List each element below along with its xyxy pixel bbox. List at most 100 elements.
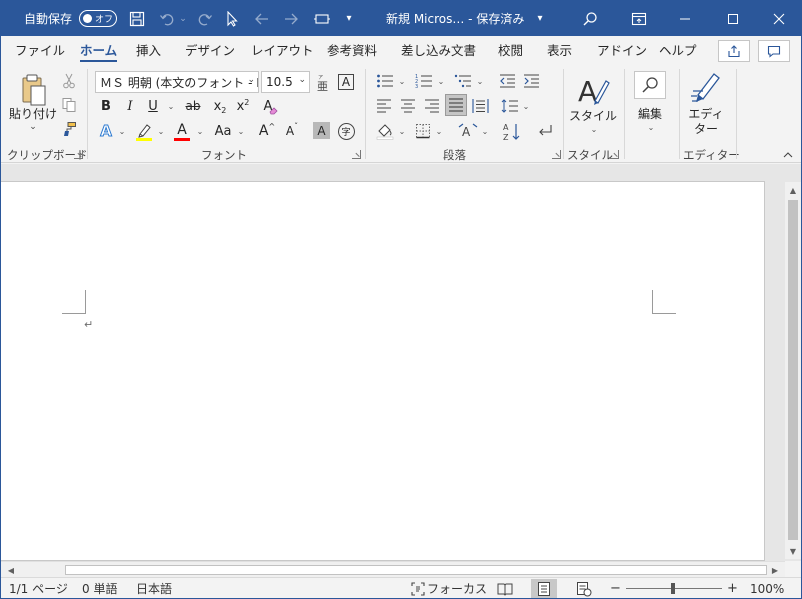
highlight-chevron-icon[interactable]: ⌄ xyxy=(154,123,166,139)
close-icon[interactable] xyxy=(765,1,793,36)
font-color-chevron-icon[interactable]: ⌄ xyxy=(193,123,205,139)
editing-label[interactable]: 編集 xyxy=(630,107,670,121)
web-layout-button[interactable] xyxy=(571,579,597,598)
customize-qat-icon[interactable]: ▾ xyxy=(342,1,356,36)
autosave-toggle[interactable]: オフ xyxy=(78,1,118,36)
tab-home[interactable]: ホーム xyxy=(80,36,118,65)
asian-layout-icon[interactable]: A xyxy=(457,121,479,141)
tab-layout[interactable]: レイアウト xyxy=(251,36,314,65)
paragraph-mark[interactable]: ↵ xyxy=(84,318,93,331)
clipboard-launcher-icon[interactable] xyxy=(74,150,83,159)
shading-chevron-icon[interactable]: ⌄ xyxy=(396,123,406,139)
numbering-icon[interactable]: 123 xyxy=(413,71,435,91)
increase-indent-icon[interactable] xyxy=(521,71,541,91)
borders-icon[interactable] xyxy=(413,121,433,141)
text-effect-button[interactable]: A xyxy=(97,121,115,141)
collapse-ribbon-icon[interactable] xyxy=(780,148,796,160)
styles-chevron-icon[interactable]: ⌄ xyxy=(587,123,599,135)
ribbon-display-icon[interactable] xyxy=(627,1,651,36)
font-color-button[interactable]: A xyxy=(173,121,191,143)
tab-addins[interactable]: アドイン xyxy=(597,36,647,65)
font-launcher-icon[interactable] xyxy=(352,150,361,159)
enclose-char-button[interactable]: 字 xyxy=(336,121,356,141)
borders-chevron-icon[interactable]: ⌄ xyxy=(433,123,443,139)
bullets-icon[interactable] xyxy=(374,71,396,91)
editor-label-line1[interactable]: エディ xyxy=(685,107,727,121)
comments-button[interactable] xyxy=(758,40,790,62)
scroll-right-icon[interactable]: ▶ xyxy=(767,562,783,578)
tab-design[interactable]: デザイン xyxy=(185,36,235,65)
horizontal-scroll-thumb[interactable] xyxy=(65,565,767,575)
word-count[interactable]: 0 単語 xyxy=(82,578,117,598)
forward-icon[interactable] xyxy=(281,1,301,36)
zoom-level[interactable]: 100% xyxy=(750,578,784,598)
styles-icon[interactable]: A xyxy=(575,73,611,107)
bold-button[interactable]: B xyxy=(99,96,113,116)
align-right-icon[interactable] xyxy=(422,96,442,116)
change-case-chevron-icon[interactable]: ⌄ xyxy=(234,123,246,139)
align-left-icon[interactable] xyxy=(374,96,394,116)
vertical-scrollbar[interactable]: ▲ ▼ xyxy=(785,182,801,559)
zoom-out-button[interactable]: − xyxy=(610,578,621,598)
distributed-icon[interactable] xyxy=(470,96,490,116)
maximize-icon[interactable] xyxy=(719,1,747,36)
undo-chevron-icon[interactable]: ⌄ xyxy=(178,1,188,36)
line-spacing-chevron-icon[interactable]: ⌄ xyxy=(520,98,530,114)
touch-mode-icon[interactable] xyxy=(311,1,333,36)
zoom-slider-thumb[interactable] xyxy=(671,583,675,594)
document-page[interactable]: ↵ xyxy=(1,181,765,561)
clear-format-button[interactable]: A xyxy=(260,96,282,116)
char-shading-button[interactable]: A xyxy=(313,122,330,139)
justify-icon[interactable] xyxy=(445,94,467,116)
shading-icon[interactable] xyxy=(374,120,396,142)
multilevel-list-icon[interactable] xyxy=(452,71,474,91)
search-icon[interactable] xyxy=(579,1,601,36)
strikethrough-button[interactable]: ab xyxy=(184,96,202,116)
title-chevron-icon[interactable]: ▾ xyxy=(534,1,546,36)
page-count[interactable]: 1/1 ページ xyxy=(9,578,68,598)
italic-button[interactable]: I xyxy=(123,96,137,116)
tab-view[interactable]: 表示 xyxy=(547,36,572,65)
underline-chevron-icon[interactable]: ⌄ xyxy=(164,98,176,114)
copy-icon[interactable] xyxy=(59,95,79,115)
undo-icon[interactable] xyxy=(157,1,177,36)
decrease-indent-icon[interactable] xyxy=(497,71,517,91)
tab-insert[interactable]: 挿入 xyxy=(136,36,161,65)
minimize-icon[interactable] xyxy=(671,1,699,36)
char-border-icon[interactable]: A xyxy=(337,73,355,91)
editing-chevron-icon[interactable]: ⌄ xyxy=(644,121,656,133)
superscript-button[interactable]: x2 xyxy=(234,96,252,116)
scroll-down-icon[interactable]: ▼ xyxy=(785,543,801,559)
asian-layout-chevron-icon[interactable]: ⌄ xyxy=(479,123,489,139)
shrink-font-button[interactable]: Aˇ xyxy=(282,121,302,141)
change-case-button[interactable]: Aa xyxy=(211,121,235,141)
tab-file[interactable]: ファイル xyxy=(15,36,65,65)
language-status[interactable]: 日本語 xyxy=(136,578,172,598)
font-size-combobox[interactable]: 10.5 ⌄ xyxy=(261,71,310,93)
print-layout-button[interactable] xyxy=(531,579,557,598)
subscript-button[interactable]: x2 xyxy=(211,96,229,116)
editor-label-line2[interactable]: ター xyxy=(685,122,727,136)
read-mode-button[interactable] xyxy=(492,579,518,598)
share-button[interactable] xyxy=(718,40,750,62)
vertical-scroll-thumb[interactable] xyxy=(788,200,798,540)
paste-label[interactable]: 貼り付け xyxy=(7,107,59,121)
cut-icon[interactable] xyxy=(59,71,79,91)
format-painter-icon[interactable] xyxy=(59,119,79,139)
grow-font-button[interactable]: A ^ xyxy=(257,121,277,141)
align-center-icon[interactable] xyxy=(398,96,418,116)
font-name-combobox[interactable]: ＭＳ 明朝 (本文のフォント - E ⌄ xyxy=(95,71,259,93)
focus-mode-button[interactable]: フォーカス xyxy=(411,578,487,598)
paste-icon[interactable] xyxy=(13,73,53,109)
zoom-in-button[interactable]: + xyxy=(727,578,738,598)
line-spacing-icon[interactable] xyxy=(500,96,520,116)
underline-button[interactable]: U xyxy=(146,96,160,116)
tab-references[interactable]: 参考資料 xyxy=(327,36,377,65)
styles-label[interactable]: スタイル xyxy=(569,109,617,123)
multilevel-chevron-icon[interactable]: ⌄ xyxy=(474,73,484,89)
tab-help[interactable]: ヘルプ xyxy=(659,36,697,65)
back-icon[interactable] xyxy=(252,1,272,36)
scroll-left-icon[interactable]: ◀ xyxy=(3,562,19,578)
bullets-chevron-icon[interactable]: ⌄ xyxy=(396,73,406,89)
paragraph-launcher-icon[interactable] xyxy=(552,150,561,159)
